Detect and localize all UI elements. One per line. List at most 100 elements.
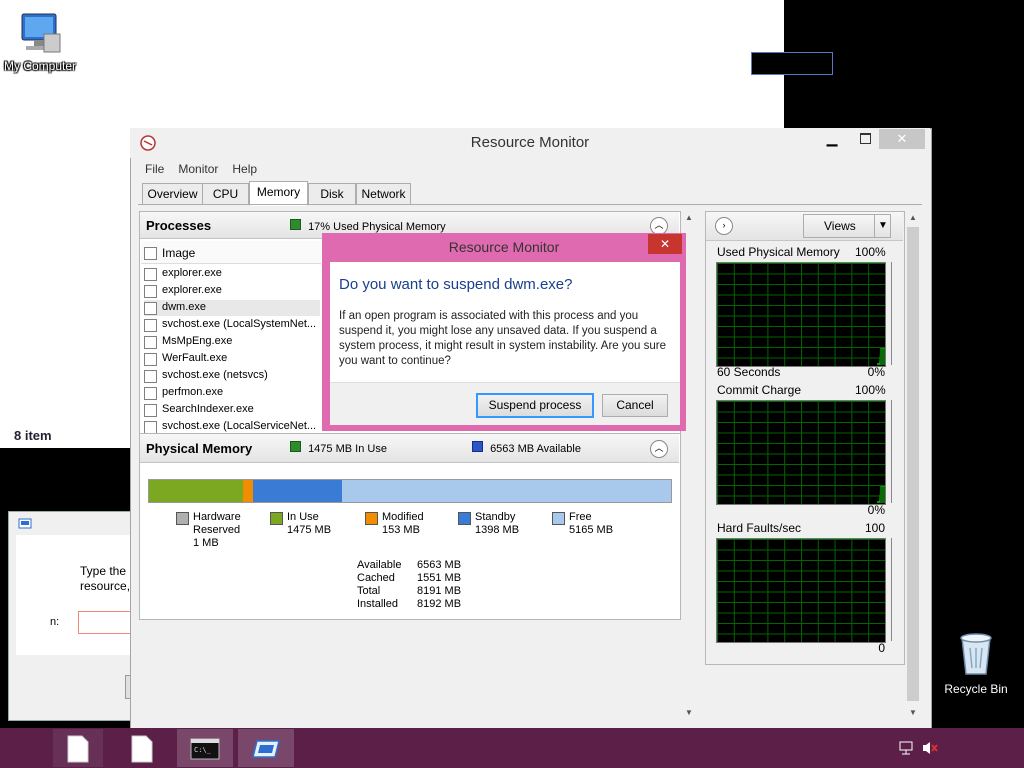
views-label: Views <box>824 219 856 233</box>
scroll-up-icon[interactable]: ▲ <box>685 213 693 222</box>
process-name: SearchIndexer.exe <box>162 403 254 415</box>
graph-max-value: 100% <box>855 245 886 259</box>
scroll-up-icon[interactable]: ▲ <box>909 213 917 222</box>
process-checkbox[interactable] <box>144 302 157 315</box>
menu-monitor[interactable]: Monitor <box>178 162 218 176</box>
window-title: Resource Monitor <box>470 134 590 151</box>
menu-file[interactable]: File <box>145 162 164 176</box>
run-dialog-field-label: n: <box>50 616 60 628</box>
graph-max-value: 100 <box>864 521 885 535</box>
memory-used-indicator <box>290 219 301 230</box>
process-checkbox[interactable] <box>144 404 157 417</box>
physical-memory-title: Physical Memory <box>146 441 253 456</box>
dialog-title: Resource Monitor <box>448 239 560 255</box>
legend-value: 1 MB <box>193 537 219 549</box>
image-column-header[interactable]: Image <box>162 246 195 260</box>
close-icon: ✕ <box>896 131 908 146</box>
desktop-icon-recycle-bin[interactable]: Recycle Bin <box>940 628 1012 700</box>
run-dialog-prompt-2: resource, <box>80 579 131 593</box>
graph-time-label: 60 Seconds <box>717 365 781 379</box>
dropdown-arrow-icon: ▼ <box>874 215 888 237</box>
legend-value: 1475 MB <box>287 524 332 536</box>
volume-muted-tray-icon[interactable] <box>921 740 939 759</box>
legend-swatch <box>552 512 565 525</box>
process-name: explorer.exe <box>162 284 222 296</box>
menu-help[interactable]: Help <box>232 162 257 176</box>
physical-memory-collapse-button[interactable]: ︿ <box>650 440 668 458</box>
minimize-icon: ▁ <box>826 130 838 146</box>
process-checkbox[interactable] <box>144 336 157 349</box>
memory-bar-segment <box>252 480 342 502</box>
cancel-button[interactable]: Cancel <box>602 394 668 417</box>
taskbar-item-run[interactable] <box>238 729 294 767</box>
memory-bar-segment <box>149 480 244 502</box>
in-use-summary: 1475 MB In Use <box>290 441 387 455</box>
process-checkbox[interactable] <box>144 370 157 383</box>
scroll-down-icon[interactable]: ▼ <box>685 708 693 717</box>
maximize-icon <box>859 133 871 144</box>
desktop-icon-my-computer[interactable]: My Computer <box>0 8 80 76</box>
legend-value: 5165 MB <box>569 524 614 536</box>
tab-disk[interactable]: Disk <box>308 183 356 205</box>
right-scrollbar[interactable]: ▲ ▼ <box>907 211 920 719</box>
recycle-bin-icon <box>960 633 992 675</box>
process-checkbox[interactable] <box>144 285 157 298</box>
select-all-checkbox[interactable] <box>144 247 157 260</box>
my-computer-label: My Computer <box>3 59 77 73</box>
legend-name: In Use <box>287 511 319 523</box>
document-icon <box>131 735 153 763</box>
recycle-bin-label: Recycle Bin <box>944 682 1008 696</box>
process-row[interactable]: dwm.exe <box>144 300 320 316</box>
tab-overview[interactable]: Overview <box>142 183 203 205</box>
taskbar-item-command-prompt[interactable]: C:\_ <box>177 729 233 767</box>
graph-scale-line <box>889 538 892 641</box>
graph-min-value: 0% <box>867 365 885 379</box>
legend-name: Standby <box>475 511 516 523</box>
process-name: explorer.exe <box>162 267 222 279</box>
network-tray-icon[interactable] <box>898 740 914 759</box>
run-dialog-body <box>16 535 130 655</box>
in-use-indicator <box>290 441 301 452</box>
stat-value: 8191 MB <box>417 585 462 597</box>
process-checkbox[interactable] <box>144 353 157 366</box>
stat-label: Cached <box>357 572 395 584</box>
scroll-down-icon[interactable]: ▼ <box>909 708 917 717</box>
command-prompt-icon: C:\_ <box>190 738 220 760</box>
stat-value: 1551 MB <box>417 572 462 584</box>
graph-title: Commit Charge <box>717 383 802 397</box>
desktop-status-text: 8 item <box>14 428 52 443</box>
suspend-process-button[interactable]: Suspend process <box>476 393 594 418</box>
tab-memory[interactable]: Memory <box>249 181 308 206</box>
dialog-close-button[interactable]: ✕ <box>648 234 682 254</box>
available-summary-text: 6563 MB Available <box>490 443 581 455</box>
tab-network[interactable]: Network <box>356 183 411 205</box>
views-button[interactable]: Views ▼ <box>803 214 891 238</box>
chevron-right-icon: › <box>722 220 726 230</box>
taskbar-item-document-2[interactable] <box>117 729 167 767</box>
processes-summary-text: 17% Used Physical Memory <box>308 221 446 233</box>
memory-bar-segment <box>341 480 671 502</box>
menu-bar: File Monitor Help <box>145 162 271 176</box>
process-checkbox[interactable] <box>144 319 157 332</box>
process-name: svchost.exe (netsvcs) <box>162 369 268 381</box>
minimize-button[interactable]: ▁ <box>818 130 846 148</box>
tab-cpu[interactable]: CPU <box>202 183 249 205</box>
graph-line <box>877 348 885 365</box>
legend-name: Modified <box>382 511 424 523</box>
legend-swatch <box>365 512 378 525</box>
process-checkbox[interactable] <box>144 387 157 400</box>
stat-label: Available <box>357 559 402 571</box>
legend-name: Hardware Reserved <box>193 511 241 536</box>
scroll-thumb[interactable] <box>907 227 919 701</box>
graph-title: Hard Faults/sec <box>717 521 802 535</box>
close-button[interactable]: ✕ <box>879 129 925 149</box>
taskbar-item-document-1[interactable] <box>53 729 103 767</box>
maximize-button[interactable] <box>851 130 879 148</box>
graph-canvas <box>716 400 886 505</box>
graph-min-value: 0% <box>867 503 885 517</box>
expand-button[interactable]: › <box>715 217 733 235</box>
run-dialog-input[interactable] <box>78 611 132 634</box>
process-checkbox[interactable] <box>144 268 157 281</box>
process-name: svchost.exe (LocalSystemNet... <box>162 318 317 330</box>
legend-name: Free <box>569 511 592 523</box>
